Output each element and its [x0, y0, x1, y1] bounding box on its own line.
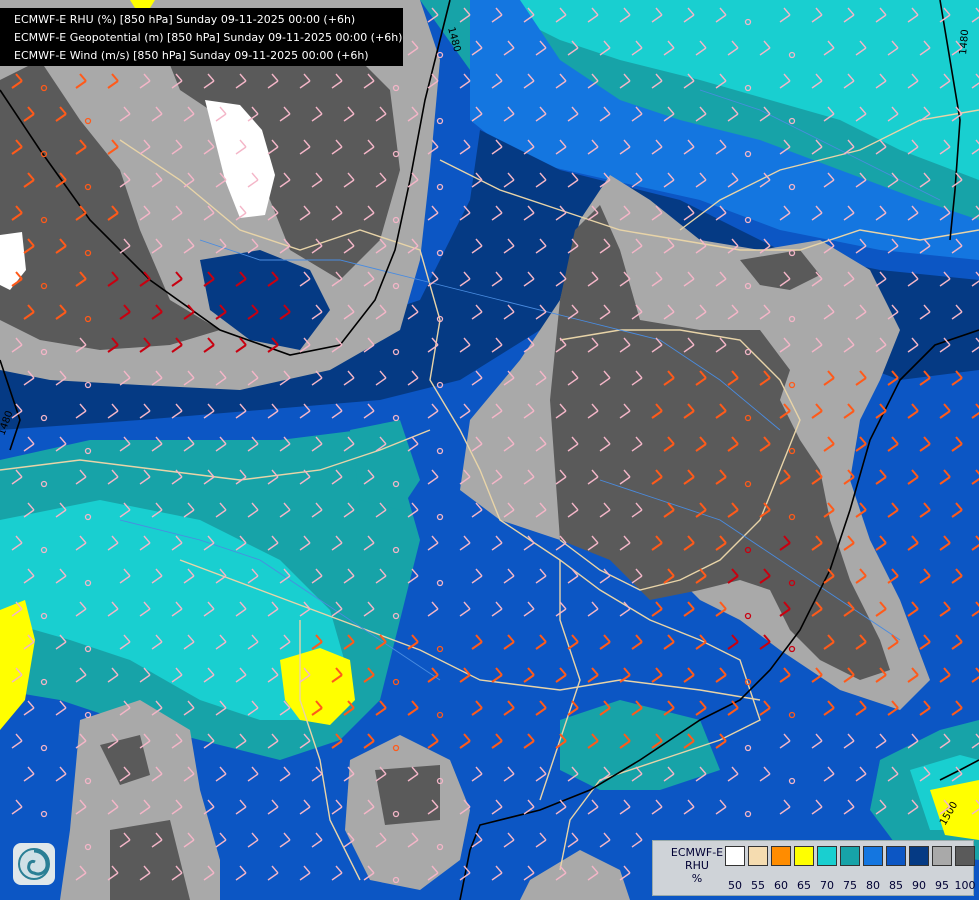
legend-swatch [955, 846, 975, 866]
legend-swatch [886, 846, 906, 866]
legend-swatch [863, 846, 883, 866]
legend-swatch [817, 846, 837, 866]
title-line-wind: ECMWF-E Wind (m/s) [850 hPa] Sunday 09-1… [14, 49, 369, 62]
legend-swatch [748, 846, 768, 866]
legend-swatch [932, 846, 952, 866]
legend-swatch [794, 846, 814, 866]
title-line-geopotential: ECMWF-E Geopotential (m) [850 hPa] Sunda… [14, 31, 403, 44]
legend-swatch [771, 846, 791, 866]
ecmwf-logo-icon [13, 843, 55, 885]
rhu-area-100-south [375, 765, 440, 825]
legend-swatch [840, 846, 860, 866]
rhu-legend: ECMWF-E RHU % 50 55 60 65 70 75 80 85 90 95 100 [652, 840, 976, 896]
legend-swatch [909, 846, 929, 866]
legend-swatch [725, 846, 745, 866]
weather-map-view: 1480 1480 1480 1500 ECMWF-E RHU (%) [850… [0, 0, 979, 900]
rhu-map: 1480 1480 1480 1500 [0, 0, 979, 900]
contour-label-1480-northeast: 1480 [958, 29, 971, 55]
legend-label: 100 [954, 879, 976, 892]
map-title-box: ECMWF-E RHU (%) [850 hPa] Sunday 09-11-2… [0, 8, 403, 66]
title-line-rhu: ECMWF-E RHU (%) [850 hPa] Sunday 09-11-2… [14, 13, 356, 26]
